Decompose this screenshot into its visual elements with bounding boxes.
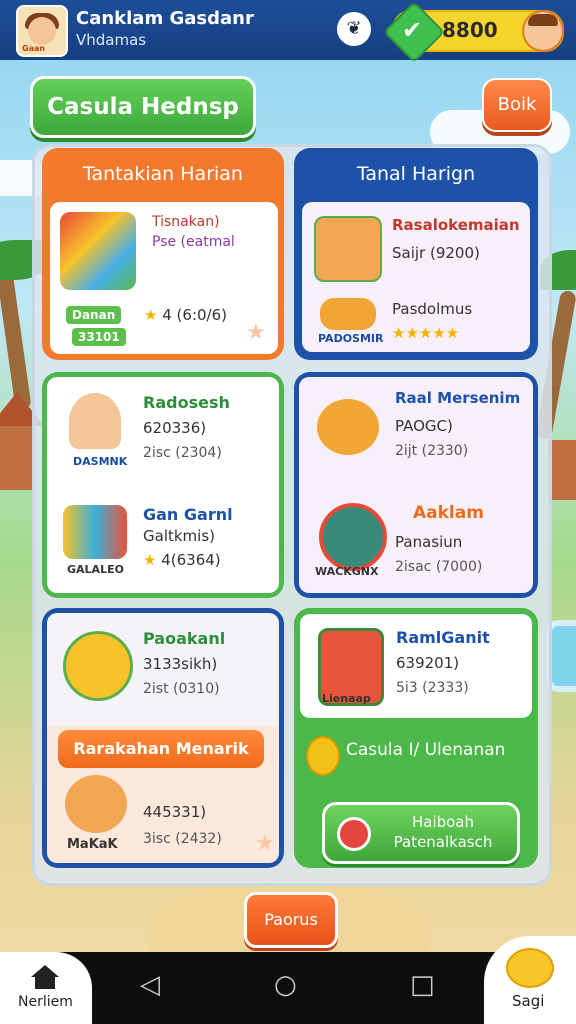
kite-icon [60, 212, 136, 290]
card-body: Lienaap RamlGanit 639201) 5i3 (2333) [300, 614, 532, 718]
play-button-line1: Haiboah [411, 813, 475, 831]
card-heading: Tantakian Harian [83, 163, 243, 185]
casual-label: Casula I/ Ulenanan [346, 740, 506, 760]
player-avatar[interactable]: Gaan [16, 5, 68, 57]
reward-banner: Rarakahan Menarik [58, 730, 264, 768]
quest-line: Pse (eatmal [152, 234, 235, 250]
quest-line: 620336) [143, 419, 207, 437]
home-icon [31, 965, 59, 989]
girl-icon [69, 393, 121, 449]
quest-rating: ★ 4(6364) [143, 551, 221, 569]
cat-icon [314, 216, 382, 282]
currency-bar[interactable]: ✔ 8800 [382, 0, 564, 64]
daily-quest-card-right[interactable]: Tanal Harign Rasalokemaian Saijr (9200) … [294, 148, 538, 360]
app-subtitle: Vhdamas [76, 31, 147, 49]
star-icon: ★ [143, 551, 157, 569]
nav-recent-icon[interactable]: □ [410, 970, 435, 1000]
joystick-icon [337, 817, 371, 851]
title-block: Canklam Gasdanr Vhdamas [76, 8, 254, 50]
coin-count: 8800 [442, 18, 498, 42]
badge-label: PADOSMIR [318, 332, 384, 345]
hut [0, 420, 34, 490]
back-button[interactable]: Boik [482, 78, 552, 132]
app-title: Canklam Gasdanr [76, 8, 254, 29]
onion-icon [317, 399, 379, 455]
quest-title: Radosesh [143, 393, 230, 412]
drinks-icon [63, 505, 127, 559]
play-button[interactable]: Haiboah Patenalkasch [322, 802, 520, 864]
quest-title: Gan Garnl [143, 505, 233, 524]
sagi-tab[interactable]: Sagi [484, 936, 576, 1024]
nav-home-icon[interactable]: ○ [274, 970, 297, 1000]
cat-face-icon [65, 775, 127, 833]
badge-label: WACKGNX [315, 565, 379, 578]
page-title: Casula Hednsp [30, 76, 256, 138]
quest-title: RamlGanit [396, 628, 490, 647]
card-body: Tisnakan) Pse (eatmal Danan 33101 ★ 4 (6… [50, 202, 278, 354]
balloon-icon [306, 736, 340, 776]
quest-line: 639201) [396, 654, 460, 672]
quest-stars: ★★★★★ [392, 324, 460, 342]
sparkle-icon: ★ [246, 320, 266, 345]
quest-small: 3isc (2432) [143, 831, 222, 847]
quest-line: 445331) [143, 803, 207, 821]
hut [548, 440, 576, 500]
card-body: Rasalokemaian Saijr (9200) PADOSMIR Pasd… [302, 202, 530, 352]
quest-line: Panasiun [395, 533, 463, 551]
quest-line: Galtkmis) [143, 527, 215, 545]
top-bar: Gaan Canklam Gasdanr Vhdamas ❦ ✔ 8800 [0, 0, 576, 64]
paw-icon[interactable]: ❦ [337, 12, 371, 46]
quest-small: 2ijt (2330) [395, 443, 469, 459]
star-icon: ★ [144, 306, 158, 324]
quest-title: Aaklam [413, 503, 484, 523]
rating-text: 4 (6:0/6) [162, 306, 227, 324]
quest-card-raal-mersenim[interactable]: Raal Mersenim PAOGC) 2ijt (2330) WACKGNX… [294, 372, 538, 598]
avatar-tag: Gaan [22, 44, 46, 53]
quest-small: 2isac (7000) [395, 559, 483, 575]
sagi-label: Sagi [512, 992, 545, 1010]
card-body: DASMNK Radosesh 620336) 2isc (2304) GALA… [47, 377, 279, 593]
badge-label: GALALEO [67, 563, 124, 576]
quest-title: Raal Mersenim [395, 389, 521, 407]
quest-label: Pasdolmus [392, 300, 473, 318]
palm-tree [0, 269, 32, 411]
smiley-fruit-icon [63, 631, 133, 701]
badge-label: MaKaK [67, 837, 118, 852]
profile-icon[interactable] [522, 10, 564, 52]
quest-small: 2ist (0310) [143, 681, 220, 697]
card-heading: Tanal Harign [356, 163, 476, 185]
home-tab[interactable]: Nerliem [0, 952, 92, 1024]
quest-line: 3133sikh) [143, 655, 218, 673]
bonus-button[interactable]: Paorus [244, 892, 338, 948]
quest-small: 5i3 (2333) [396, 680, 469, 696]
food-icon [320, 298, 376, 330]
sagi-icon [506, 948, 554, 988]
quest-line: Saijr (9200) [392, 244, 480, 262]
quest-rating: ★ 4 (6:0/6) [144, 306, 227, 324]
globe-icon [319, 503, 387, 571]
badge-label: Lienaap [322, 692, 371, 705]
rating-text: 4(6364) [161, 551, 221, 569]
badge-label: DASMNK [73, 455, 128, 468]
home-label: Nerliem [18, 994, 73, 1010]
quest-badge: Danan [64, 304, 124, 326]
nav-back-icon[interactable]: ◁ [140, 970, 160, 1000]
quest-badge-value: 33101 [70, 326, 128, 348]
quest-line: PAOGC) [395, 417, 453, 435]
play-button-line2: Patenalkasch [393, 833, 493, 851]
card-body: Raal Mersenim PAOGC) 2ijt (2330) WACKGNX… [299, 377, 533, 593]
quest-title: Paoakanl [143, 629, 226, 648]
check-icon: ✔ [402, 16, 423, 44]
daily-quest-card-left[interactable]: Tantakian Harian Tisnakan) Pse (eatmal D… [42, 148, 284, 360]
avatar-face [28, 17, 56, 45]
sparkle-icon: ★ [255, 831, 275, 856]
quest-card-radosesh[interactable]: DASMNK Radosesh 620336) 2isc (2304) GALA… [42, 372, 284, 598]
quest-small: 2isc (2304) [143, 445, 222, 461]
quest-title: Rasalokemaian [392, 216, 520, 234]
quest-title: Tisnakan) [152, 214, 220, 230]
